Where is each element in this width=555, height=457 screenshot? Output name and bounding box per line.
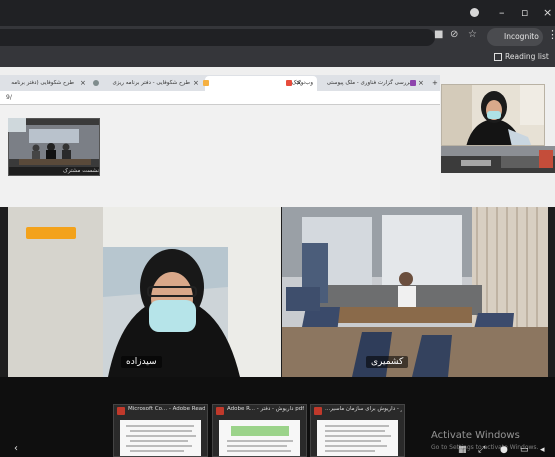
shared-tab-label: طرح شکوفایی - دفتر برنامه ریزی bbox=[112, 80, 190, 86]
tab-favicon-icon bbox=[93, 80, 99, 86]
minimize-button[interactable]: – bbox=[499, 5, 505, 21]
shared-tab-label: وب‌نوکتک bbox=[291, 80, 313, 86]
tab-favicon-icon bbox=[203, 80, 209, 86]
adobe-icon bbox=[117, 407, 125, 415]
tab-close-icon[interactable]: × bbox=[418, 79, 424, 87]
taskbar-thumbnail-title: Microsoft Co... - Adobe Reader bbox=[128, 406, 205, 412]
shared-tab-4[interactable]: طرح شکوفایی (دفتر برنامه bbox=[0, 76, 78, 91]
taskbar-thumbnail-title: Adobe R... - داریوش - دفتر pdf .کارپرداز bbox=[227, 406, 304, 412]
shared-address-text: 9/ bbox=[6, 94, 12, 101]
camera-icon[interactable]: ■ bbox=[434, 29, 443, 40]
shared-tab-label: طرح شکوفایی (دفتر برنامه bbox=[11, 80, 74, 86]
meeting-thumbnail-header bbox=[8, 118, 26, 132]
shared-tab-1[interactable]: بررسی گزارت فناوری - ملک پیوستی bbox=[325, 76, 415, 91]
screen-root: – ▫ × ■ ⊘ ☆ Incognito ⋮ Reading list + ب… bbox=[0, 0, 555, 457]
self-view-strip-scene bbox=[441, 146, 555, 173]
adobe-icon bbox=[216, 407, 224, 415]
chevron-left-icon[interactable]: ‹ bbox=[14, 443, 18, 454]
tab-close-icon[interactable]: × bbox=[80, 79, 86, 87]
document-preview bbox=[317, 420, 398, 456]
taskbar-thumbnail-3[interactable]: ...کارپرداز - داریوش برای سازمان ماسیر bbox=[310, 404, 405, 457]
video-right-scene bbox=[282, 207, 548, 377]
taskbar-thumbnail-2[interactable]: Adobe R... - داریوش - دفتر pdf .کارپرداز bbox=[212, 404, 307, 457]
adobe-icon bbox=[314, 407, 322, 415]
document-preview bbox=[120, 420, 201, 456]
tab-close-icon[interactable]: × bbox=[296, 79, 302, 87]
reading-list-button[interactable]: Reading list bbox=[505, 52, 549, 61]
shared-new-tab-icon[interactable]: + bbox=[432, 79, 438, 87]
address-bar[interactable] bbox=[0, 29, 435, 46]
taskbar-thumbnail-title: ...کارپرداز - داریوش برای سازمان ماسیر bbox=[325, 406, 402, 412]
document-preview-lines bbox=[126, 425, 196, 452]
maximize-button[interactable]: ▫ bbox=[521, 5, 528, 21]
reading-list-icon bbox=[494, 53, 502, 61]
document-preview-lines bbox=[325, 425, 391, 452]
shared-tab-3[interactable]: طرح شکوفایی - دفتر برنامه ریزی bbox=[102, 76, 194, 91]
tab-close-icon[interactable]: × bbox=[193, 79, 199, 87]
menu-kebab-icon[interactable]: ⋮ bbox=[547, 28, 555, 41]
chat-icon[interactable]: ▭ bbox=[520, 445, 529, 455]
participant-name-left: سیدزاده bbox=[121, 356, 162, 368]
video-tile-left[interactable] bbox=[8, 207, 281, 377]
self-view-strip bbox=[441, 146, 555, 173]
taskbar-thumbnail-1[interactable]: Microsoft Co... - Adobe Reader bbox=[113, 404, 208, 457]
tab-favicon-icon bbox=[286, 80, 292, 86]
incognito-chip[interactable]: Incognito bbox=[487, 28, 543, 46]
self-view-scene bbox=[442, 85, 544, 145]
shared-tab-label: بررسی گزارت فناوری - ملک پیوستی bbox=[326, 80, 411, 86]
shared-address-bar[interactable] bbox=[0, 91, 440, 105]
bookmark-star-icon[interactable]: ☆ bbox=[468, 29, 477, 40]
info-icon[interactable]: ● bbox=[500, 445, 508, 455]
close-window-button[interactable]: × bbox=[543, 5, 552, 21]
document-preview-lines bbox=[227, 426, 293, 452]
tab-favicon-icon bbox=[410, 80, 416, 86]
expand-icon[interactable]: ⤢ bbox=[478, 445, 485, 455]
grid-view-icon[interactable]: ▦ bbox=[458, 445, 467, 455]
activate-windows-title: Activate Windows bbox=[431, 430, 520, 441]
self-view-video[interactable] bbox=[441, 84, 545, 146]
video-left-scene bbox=[8, 207, 281, 377]
video-tile-right[interactable] bbox=[282, 207, 548, 377]
meeting-thumbnail-label: نشست مشترک bbox=[63, 168, 99, 174]
tracking-off-icon[interactable]: ⊘ bbox=[450, 29, 458, 40]
document-preview bbox=[219, 420, 300, 456]
volume-icon[interactable]: ◂ bbox=[540, 445, 545, 455]
bookmarks-bar bbox=[0, 49, 555, 67]
profile-dot-icon[interactable] bbox=[470, 8, 479, 17]
participant-name-right: کشمیری bbox=[366, 356, 409, 368]
